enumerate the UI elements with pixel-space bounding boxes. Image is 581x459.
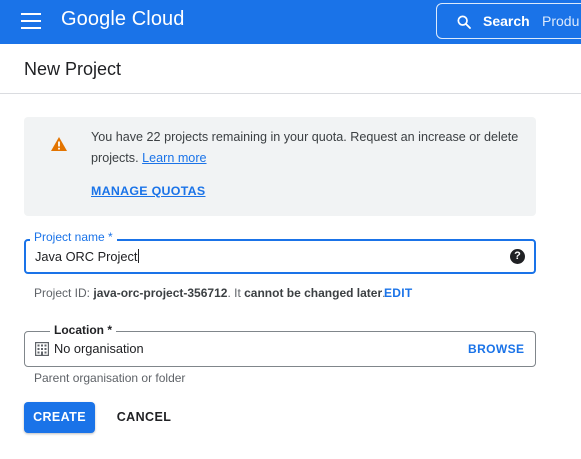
search-placeholder: Produ bbox=[542, 13, 580, 29]
search-box[interactable]: Search Produ bbox=[436, 3, 581, 39]
header-divider bbox=[0, 93, 581, 94]
project-name-value: Java ORC Project bbox=[35, 249, 140, 264]
manage-quotas-link[interactable]: MANAGE QUOTAS bbox=[91, 184, 206, 198]
search-label: Search bbox=[483, 13, 530, 29]
search-icon bbox=[457, 15, 471, 29]
project-id-hint: Project ID: java-orc-project-356712. It … bbox=[34, 286, 385, 300]
location-helper-text: Parent organisation or folder bbox=[34, 371, 186, 385]
text-caret bbox=[138, 249, 140, 263]
location-label: Location * bbox=[50, 323, 117, 337]
project-name-text: Java ORC Project bbox=[35, 249, 138, 264]
top-app-bar: Google Cloud Search Produ bbox=[0, 0, 581, 44]
building-icon bbox=[35, 342, 49, 356]
learn-more-link[interactable]: Learn more bbox=[142, 151, 206, 165]
quota-message: You have 22 projects remaining in your q… bbox=[91, 127, 521, 169]
create-button[interactable]: CREATE bbox=[24, 402, 95, 433]
project-name-label: Project name * bbox=[30, 230, 117, 244]
edit-project-id-button[interactable]: EDIT bbox=[384, 286, 413, 300]
help-icon[interactable]: ? bbox=[510, 249, 525, 264]
project-id-middle: . It bbox=[227, 286, 245, 300]
browse-button[interactable]: BROWSE bbox=[468, 342, 524, 356]
location-value: No organisation bbox=[54, 341, 144, 356]
menu-icon[interactable] bbox=[21, 13, 41, 29]
project-id-note: cannot be changed later bbox=[244, 286, 383, 300]
project-id-value: java-orc-project-356712 bbox=[93, 286, 228, 300]
google-cloud-logo[interactable]: Google Cloud bbox=[61, 8, 185, 31]
cancel-button[interactable]: CANCEL bbox=[110, 402, 178, 433]
quota-notice: You have 22 projects remaining in your q… bbox=[24, 117, 536, 216]
page-title: New Project bbox=[24, 59, 122, 79]
project-id-prefix: Project ID: bbox=[34, 286, 94, 300]
project-name-input[interactable]: Java ORC Project ? bbox=[24, 239, 536, 274]
warning-icon bbox=[51, 137, 67, 151]
